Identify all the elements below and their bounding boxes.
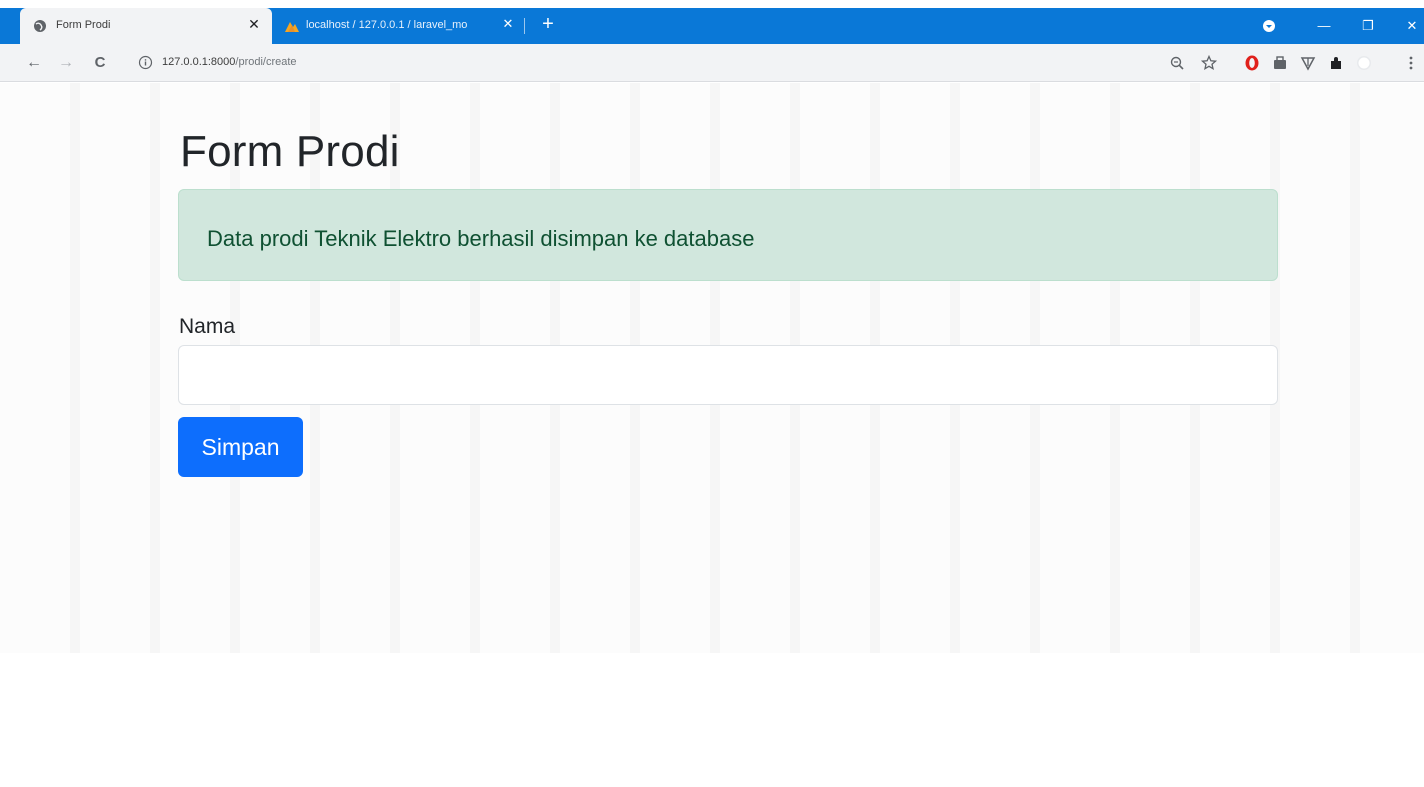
profile-icon[interactable] (1355, 54, 1373, 72)
nama-input[interactable] (178, 345, 1278, 405)
tab-separator (524, 18, 525, 34)
opera-icon[interactable] (1243, 54, 1261, 72)
minimize-icon[interactable]: — (1302, 8, 1346, 44)
url-text: 127.0.0.1:8000/prodi/create (162, 56, 297, 68)
puzzle-icon[interactable] (1327, 54, 1345, 72)
new-tab-icon[interactable]: + (538, 14, 558, 34)
browser-toolbar: ← → C 127.0.0.1:8000/prodi/create (0, 44, 1424, 82)
tab-form-prodi[interactable]: Form Prodi ✕ (20, 8, 272, 44)
page-title: Form Prodi (180, 127, 400, 176)
tab-strip: Form Prodi ✕ localhost / 127.0.0.1 / lar… (0, 8, 1424, 44)
tab-title: localhost / 127.0.0.1 / laravel_mo (306, 19, 468, 31)
reload-icon[interactable]: C (90, 53, 110, 73)
menu-icon[interactable] (1406, 54, 1416, 72)
info-icon[interactable] (138, 55, 153, 70)
tab-phpmyadmin[interactable]: localhost / 127.0.0.1 / laravel_mo ✕ (278, 8, 524, 44)
tab-title: Form Prodi (56, 19, 111, 31)
tab-close-icon[interactable]: ✕ (246, 16, 262, 32)
vpn-icon[interactable] (1299, 54, 1317, 72)
tab-close-icon[interactable]: ✕ (500, 16, 516, 32)
simpan-button[interactable]: Simpan (178, 417, 303, 477)
forward-icon[interactable]: → (56, 53, 76, 73)
tab-accent (10, 8, 15, 44)
extension-icon[interactable] (1271, 54, 1289, 72)
page-viewport: Form Prodi Data prodi Teknik Elektro ber… (0, 83, 1424, 787)
phpmyadmin-icon (285, 22, 299, 32)
back-icon[interactable]: ← (24, 53, 44, 73)
url-host: 127.0.0.1:8000 (162, 56, 236, 68)
zoom-icon[interactable] (1168, 54, 1186, 72)
account-icon[interactable] (1262, 19, 1276, 33)
nama-label: Nama (179, 315, 236, 338)
address-bar[interactable]: 127.0.0.1:8000/prodi/create (128, 50, 1228, 76)
window-close-icon[interactable]: ✕ (1390, 8, 1424, 44)
url-path: /prodi/create (235, 56, 297, 68)
restore-icon[interactable]: ❐ (1346, 8, 1390, 44)
globe-icon (34, 20, 46, 32)
star-icon[interactable] (1200, 54, 1218, 72)
success-alert: Data prodi Teknik Elektro berhasil disim… (178, 189, 1278, 281)
alert-message: Data prodi Teknik Elektro berhasil disim… (207, 226, 755, 251)
